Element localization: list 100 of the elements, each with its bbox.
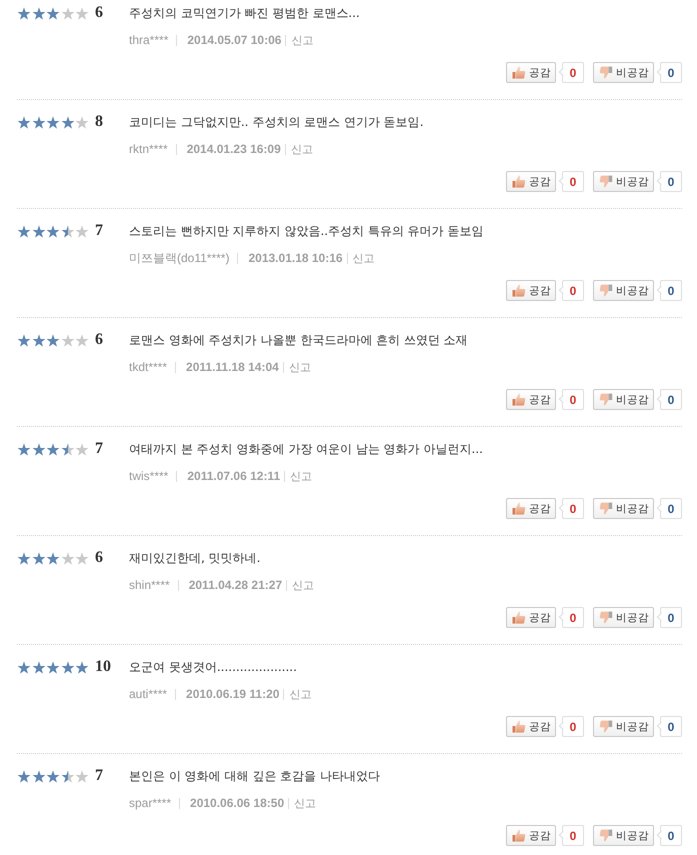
star-icon <box>17 552 31 564</box>
star-icon <box>17 116 31 128</box>
dislike-button[interactable]: 비공감 <box>593 280 654 301</box>
thumbs-up-icon <box>512 829 526 842</box>
star-icon <box>46 224 60 238</box>
like-count: 0 <box>557 280 584 301</box>
thumbs-down-icon <box>599 829 613 842</box>
star-icon <box>46 442 60 456</box>
thumbs-down-icon <box>599 66 613 79</box>
username: auti**** <box>129 687 168 701</box>
like-button[interactable]: 공감 <box>506 498 556 519</box>
dislike-count: 0 <box>655 62 682 83</box>
thumbs-down-icon <box>599 284 613 297</box>
like-button[interactable]: 공감 <box>506 171 556 192</box>
rating-score: 8 <box>94 114 104 130</box>
like-button[interactable]: 공감 <box>506 825 556 846</box>
dislike-count: 0 <box>655 498 682 519</box>
review-date: 2010.06.06 18:50 <box>190 796 284 810</box>
like-count: 0 <box>557 62 584 83</box>
half-star-icon <box>60 224 74 238</box>
star-icon <box>32 334 46 346</box>
like-button[interactable]: 공감 <box>506 280 556 301</box>
dislike-button[interactable]: 비공감 <box>593 171 654 192</box>
username: thra**** <box>129 33 168 47</box>
half-star-icon <box>60 770 74 782</box>
thumbs-down-icon <box>599 611 613 624</box>
review-text: 로맨스 영화에 주성치가 나올뿐 한국드라마에 흔히 쓰였던 소재 <box>129 332 468 348</box>
username: tkdt**** <box>129 360 168 374</box>
username: shin**** <box>129 578 170 592</box>
star-icon <box>46 552 60 564</box>
star-icon <box>32 224 46 238</box>
thumbs-up-icon <box>512 720 526 733</box>
star-icon <box>17 770 31 782</box>
star-icon <box>46 660 60 674</box>
dislike-button[interactable]: 비공감 <box>593 716 654 737</box>
dislike-button[interactable]: 비공감 <box>593 607 654 628</box>
thumbs-down-icon <box>599 175 613 188</box>
like-count: 0 <box>557 716 584 737</box>
dislike-count: 0 <box>655 389 682 410</box>
star-icon <box>60 116 74 128</box>
star-icon <box>17 224 31 238</box>
rating-score: 7 <box>94 768 104 784</box>
review-text: 재미있긴한데, 밋밋하네. <box>129 550 260 566</box>
review-date: 2011.07.06 12:11 <box>187 469 280 483</box>
like-button[interactable]: 공감 <box>506 389 556 410</box>
like-button[interactable]: 공감 <box>506 62 556 83</box>
star-icon <box>32 770 46 782</box>
star-icon <box>17 442 31 456</box>
rating-score: 10 <box>94 659 112 675</box>
rating-score: 7 <box>94 441 104 457</box>
review-date: 2011.11.18 14:04 <box>186 360 279 374</box>
thumbs-down-icon <box>599 502 613 515</box>
star-icon <box>32 660 46 674</box>
star-icon <box>32 6 46 20</box>
dislike-count: 0 <box>655 280 682 301</box>
like-count: 0 <box>557 607 584 628</box>
like-count: 0 <box>557 389 584 410</box>
rating-score: 6 <box>94 5 104 21</box>
thumbs-up-icon <box>512 175 526 188</box>
star-icon <box>32 442 46 456</box>
review-date: 2013.01.18 10:16 <box>248 251 343 265</box>
dislike-button[interactable]: 비공감 <box>593 389 654 410</box>
thumbs-up-icon <box>512 284 526 297</box>
username: 미쯔블랙(do11****) <box>129 250 230 266</box>
dislike-count: 0 <box>655 607 682 628</box>
review-text: 주성치의 코믹연기가 빠진 평범한 로맨스... <box>129 5 360 21</box>
half-star-icon <box>60 442 74 456</box>
star-icon <box>17 660 31 674</box>
review-text: 코미디는 그닥없지만.. 주성치의 로맨스 연기가 돋보임. <box>129 114 424 130</box>
review-date: 2014.01.23 16:09 <box>186 142 281 156</box>
star-icon <box>32 552 46 564</box>
thumbs-down-icon <box>599 720 613 733</box>
review-date: 2011.04.28 21:27 <box>188 578 282 592</box>
star-icon <box>46 770 60 782</box>
star-icon <box>60 660 74 674</box>
like-count: 0 <box>557 171 584 192</box>
dislike-count: 0 <box>655 171 682 192</box>
dislike-button[interactable]: 비공감 <box>593 825 654 846</box>
rating-score: 6 <box>94 332 104 348</box>
username: spar**** <box>129 796 172 810</box>
rating-score: 6 <box>94 550 104 566</box>
star-icon <box>32 116 46 128</box>
thumbs-down-icon <box>599 393 613 406</box>
thumbs-up-icon <box>512 66 526 79</box>
dislike-button[interactable]: 비공감 <box>593 62 654 83</box>
review-date: 2010.06.19 11:20 <box>186 687 280 701</box>
star-icon <box>17 6 31 20</box>
username: twis**** <box>129 469 168 483</box>
review-text: 오군여 못생겻어..................... <box>129 659 297 675</box>
like-count: 0 <box>557 825 584 846</box>
dislike-count: 0 <box>655 825 682 846</box>
like-count: 0 <box>557 498 584 519</box>
thumbs-up-icon <box>512 502 526 515</box>
thumbs-up-icon <box>512 611 526 624</box>
dislike-count: 0 <box>655 716 682 737</box>
star-icon <box>75 660 89 674</box>
like-button[interactable]: 공감 <box>506 716 556 737</box>
like-button[interactable]: 공감 <box>506 607 556 628</box>
dislike-button[interactable]: 비공감 <box>593 498 654 519</box>
star-icon <box>46 116 60 128</box>
